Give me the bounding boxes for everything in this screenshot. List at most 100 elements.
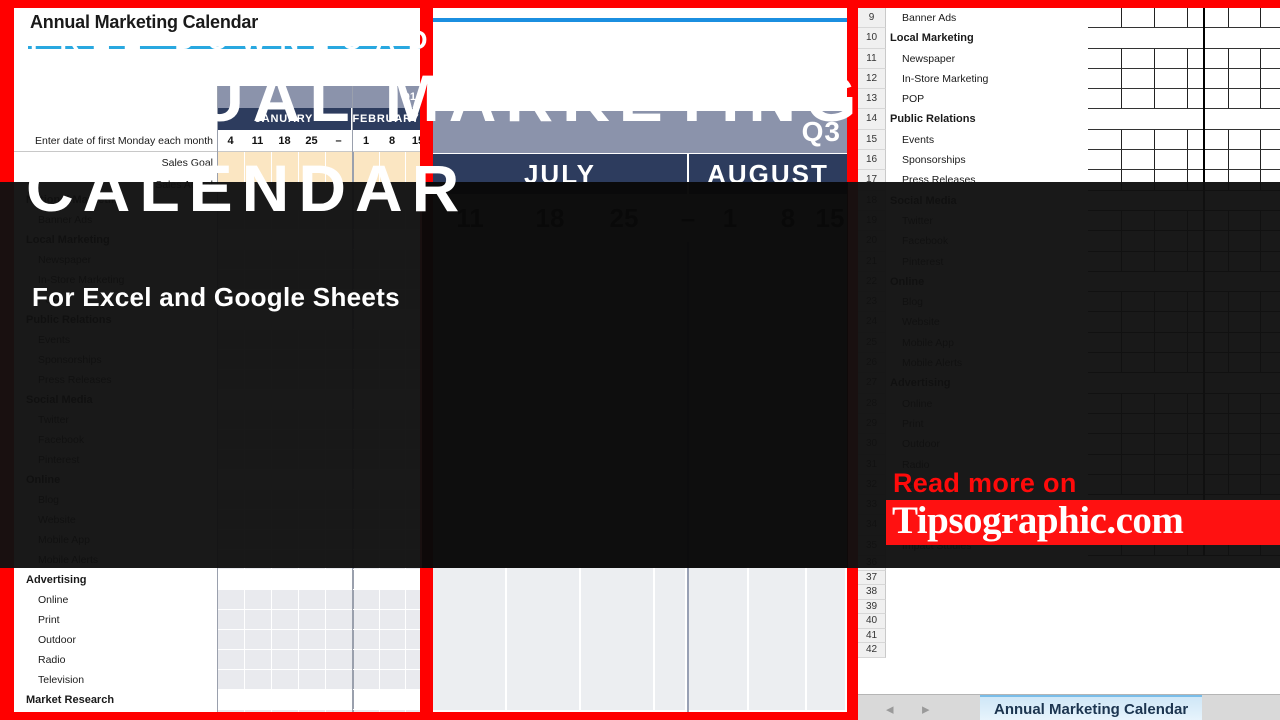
read-more-label: Read more on <box>893 468 1077 498</box>
grid-cell[interactable] <box>807 580 847 606</box>
blank-row[interactable]: 40 <box>858 614 1280 629</box>
grid-cell[interactable] <box>749 658 807 684</box>
grid-cell[interactable] <box>507 684 581 710</box>
table-row[interactable]: 16 Sponsorships <box>858 150 1280 171</box>
table-row-label: Newspaper <box>902 52 956 65</box>
table-row[interactable]: 13 POP <box>858 89 1280 110</box>
table-row[interactable]: 14 Public Relations <box>858 109 1280 130</box>
table-row[interactable]: 10 Local Marketing <box>858 28 1280 49</box>
grid-cell[interactable] <box>689 580 749 606</box>
blank-row[interactable]: 39 <box>858 599 1280 615</box>
site-url-banner[interactable]: Tipsographic.com <box>886 499 1280 545</box>
row-number[interactable]: 10 <box>858 28 886 49</box>
table-row[interactable]: 9 Banner Ads <box>858 8 1280 29</box>
blank-row[interactable]: 37 <box>858 570 1280 586</box>
grid-cell[interactable] <box>807 684 847 710</box>
table-row-cells[interactable] <box>1088 129 1280 151</box>
grid-cell[interactable] <box>655 580 687 606</box>
table-row-cells[interactable] <box>1088 48 1280 69</box>
blank-row-list[interactable]: 36373839404142 <box>858 556 1280 658</box>
row-number[interactable]: 40 <box>858 614 886 629</box>
row-number[interactable]: 37 <box>858 570 886 586</box>
table-row-label: In-Store Marketing <box>902 72 989 85</box>
category-row-cells[interactable] <box>217 610 420 630</box>
sheet-tab-annual-marketing-calendar[interactable]: Annual Marketing Calendar <box>980 695 1203 720</box>
category-row-cells[interactable] <box>217 590 420 610</box>
grid-cell[interactable] <box>655 684 687 710</box>
table-row[interactable]: 12 In-Store Marketing <box>858 68 1280 90</box>
category-row-label: Radio <box>38 654 66 666</box>
grid-cell[interactable] <box>433 658 507 684</box>
category-row-label: Outdoor <box>38 634 76 646</box>
table-row-label: Public Relations <box>890 113 976 126</box>
table-row-cells[interactable] <box>1088 8 1280 29</box>
table-row-label: Local Marketing <box>890 32 974 45</box>
blank-row[interactable]: 38 <box>858 585 1280 600</box>
grid-cell[interactable] <box>433 606 507 632</box>
table-row-cells[interactable] <box>1088 150 1280 171</box>
nav-prev-icon[interactable]: ◂ <box>886 700 894 718</box>
row-number[interactable]: 38 <box>858 585 886 600</box>
grid-cell[interactable] <box>655 632 687 658</box>
table-row-cells[interactable] <box>1088 89 1280 110</box>
grid-cell[interactable] <box>581 580 655 606</box>
grid-cell[interactable] <box>689 658 749 684</box>
row-number[interactable]: 39 <box>858 599 886 615</box>
row-number[interactable]: 42 <box>858 643 886 658</box>
grid-cell[interactable] <box>581 684 655 710</box>
grid-row[interactable] <box>433 658 847 684</box>
grid-row[interactable] <box>433 632 847 658</box>
category-row-cells[interactable] <box>217 690 420 710</box>
row-number[interactable]: 16 <box>858 150 886 171</box>
table-row[interactable]: 11 Newspaper <box>858 48 1280 69</box>
nav-next-icon[interactable]: ▸ <box>922 700 930 718</box>
promo-subtitle: For Excel and Google Sheets <box>32 282 400 312</box>
row-number[interactable]: 41 <box>858 628 886 644</box>
blank-row[interactable]: 42 <box>858 643 1280 658</box>
grid-cell[interactable] <box>689 606 749 632</box>
grid-cell[interactable] <box>507 580 581 606</box>
grid-cell[interactable] <box>433 684 507 710</box>
category-row-label: Market Research <box>26 694 115 706</box>
table-row-cells[interactable] <box>1088 28 1280 49</box>
grid-cell[interactable] <box>689 684 749 710</box>
grid-cell[interactable] <box>749 632 807 658</box>
grid-cell[interactable] <box>807 632 847 658</box>
grid-cell[interactable] <box>749 580 807 606</box>
grid-cell[interactable] <box>433 580 507 606</box>
blank-row[interactable]: 41 <box>858 628 1280 644</box>
grid-cell[interactable] <box>581 606 655 632</box>
table-row[interactable]: 15 Events <box>858 129 1280 151</box>
category-row-cells[interactable] <box>217 650 420 670</box>
grid-cell[interactable] <box>807 606 847 632</box>
table-row-cells[interactable] <box>1088 109 1280 130</box>
sheet-nav-buttons[interactable]: ◂ ▸ <box>876 695 966 720</box>
grid-cell[interactable] <box>655 658 687 684</box>
category-row-cells[interactable] <box>217 630 420 650</box>
sheet-tab-bar[interactable]: ◂ ▸ Annual Marketing Calendar <box>858 694 1280 720</box>
grid-cell[interactable] <box>689 632 749 658</box>
grid-cell[interactable] <box>655 606 687 632</box>
grid-cell[interactable] <box>581 658 655 684</box>
table-row-cells[interactable] <box>1088 68 1280 90</box>
grid-cell[interactable] <box>749 606 807 632</box>
grid-cell[interactable] <box>507 658 581 684</box>
grid-row[interactable] <box>433 580 847 606</box>
site-url-text: Tipsographic.com <box>892 499 1184 542</box>
grid-cell[interactable] <box>749 684 807 710</box>
category-row-cells[interactable] <box>217 570 420 590</box>
overlay-left <box>0 182 422 568</box>
grid-cell[interactable] <box>507 606 581 632</box>
grid-row[interactable] <box>433 684 847 710</box>
grid-row[interactable] <box>433 606 847 632</box>
category-row-cells[interactable] <box>217 670 420 690</box>
category-row-cells[interactable] <box>217 710 420 712</box>
table-row-label: Sponsorships <box>902 154 966 167</box>
grid-cell[interactable] <box>581 632 655 658</box>
promo-title-line2: CALENDAR <box>26 151 469 225</box>
grid-cell[interactable] <box>807 658 847 684</box>
grid-cell[interactable] <box>433 632 507 658</box>
grid-cell[interactable] <box>507 632 581 658</box>
row-number[interactable]: 9 <box>858 8 886 29</box>
category-row-label: Online <box>38 594 69 606</box>
